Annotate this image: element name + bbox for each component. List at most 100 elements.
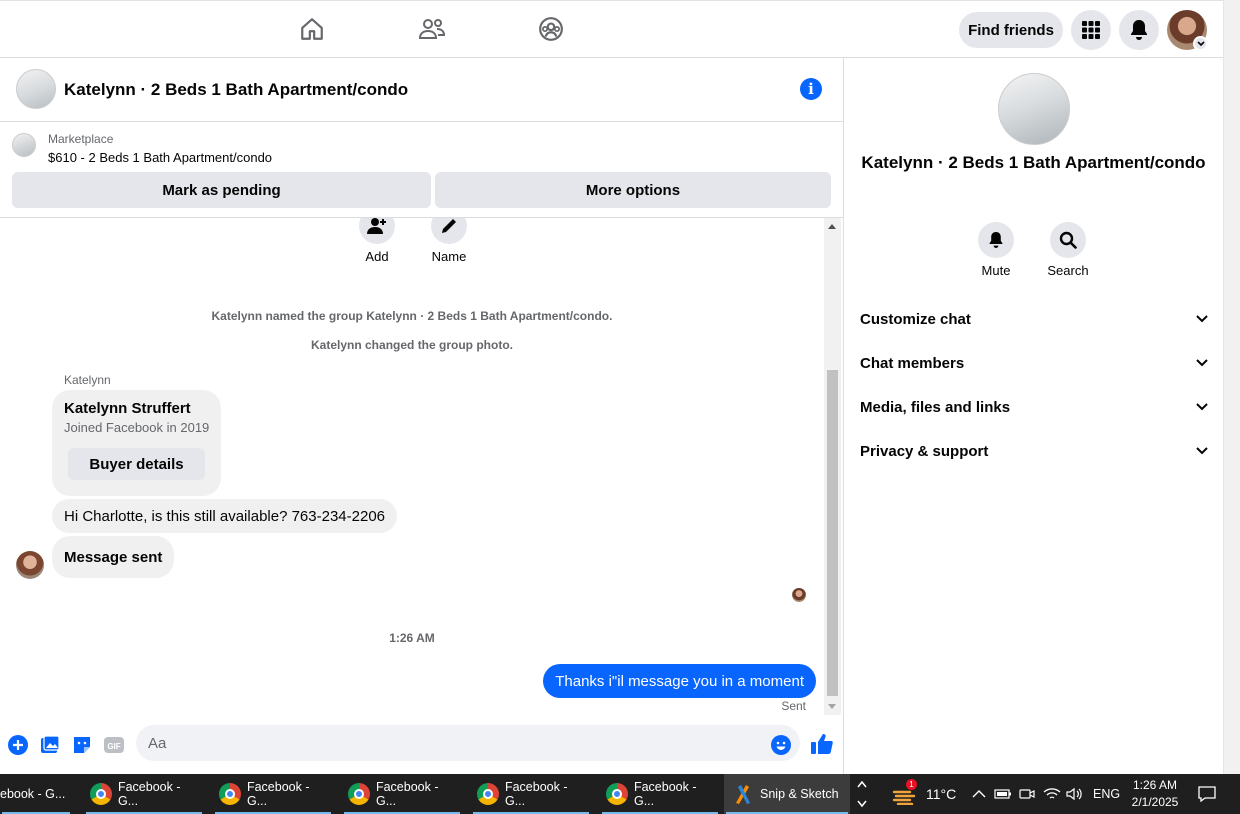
name-label: Name [431,249,467,264]
chat-pane: Katelynn · 2 Beds 1 Bath Apartment/condo… [0,58,844,774]
taskbar-item-active[interactable]: Snip & Sketch [724,774,850,814]
message-input[interactable] [136,725,800,761]
outgoing-message[interactable]: Thanks i"il message you in a moment [543,664,816,698]
add-label: Add [365,249,389,264]
message-composer: GIF [0,715,843,774]
row-label: Privacy & support [860,442,989,460]
weather-widget[interactable]: 1 11°C [892,774,956,814]
taskbar-item-label: ebook - G... [0,787,66,801]
home-icon[interactable] [297,13,327,45]
scrollbar-thumb[interactable] [827,370,838,696]
gif-icon[interactable]: GIF [104,735,124,755]
plus-icon[interactable] [8,735,28,755]
add-person-icon[interactable] [359,218,395,244]
message-scrollbar[interactable] [824,218,841,715]
sticker-icon[interactable] [72,735,92,755]
taskbar-item-label: Facebook - G... [375,780,439,808]
scroll-down-arrow-icon[interactable] [828,704,836,709]
menu-grid-icon[interactable] [1071,10,1111,50]
buyer-joined: Joined Facebook in 2019 [64,420,210,435]
mark-as-pending-button[interactable]: Mark as pending [12,172,431,208]
message-list: Add Name Katelynn named the group Kately… [0,218,824,715]
system-clock[interactable]: 1:26 AM 2/1/2025 [1128,774,1182,814]
chat-title[interactable]: Katelynn · 2 Beds 1 Bath Apartment/condo [64,80,408,100]
taskbar-item[interactable]: Facebook - G... [600,774,720,814]
sender-avatar[interactable] [16,551,44,579]
marketplace-listing-bar: Marketplace $610 - 2 Beds 1 Bath Apartme… [0,122,843,218]
search-label: Search [1047,263,1089,278]
svg-text:GIF: GIF [107,742,120,751]
chat-header: Katelynn · 2 Beds 1 Bath Apartment/condo… [0,58,843,122]
mute-bell-icon[interactable] [978,222,1014,258]
emoji-icon[interactable] [771,735,791,755]
chrome-icon [219,783,241,805]
group-photo[interactable] [998,73,1070,145]
taskbar-scroll-arrows-icon[interactable] [852,774,872,814]
row-label: Customize chat [860,310,971,328]
listing-thumbnail[interactable] [12,133,36,157]
snip-sketch-icon [736,785,750,804]
system-message: Katelynn named the group Katelynn · 2 Be… [211,309,613,323]
listing-price-title[interactable]: $610 - 2 Beds 1 Bath Apartment/condo [48,150,272,165]
friends-icon[interactable] [417,13,447,45]
buyer-name[interactable]: Katelynn Struffert [64,400,191,417]
chrome-icon [90,783,112,805]
taskbar-item-label: Snip & Sketch [760,787,839,801]
page-scrollbar[interactable] [1223,0,1240,774]
chrome-icon [348,783,370,805]
taskbar-item[interactable]: Facebook - G... [213,774,333,814]
chevron-down-icon [1196,315,1208,323]
privacy-support-row[interactable]: Privacy & support [860,429,1208,473]
groups-icon[interactable] [536,13,566,45]
group-title: Katelynn · 2 Beds 1 Bath Apartment/condo [861,153,1206,172]
clock-time: 1:26 AM [1132,778,1178,792]
wifi-icon[interactable] [1043,774,1061,814]
info-icon[interactable]: i [800,78,822,100]
edit-name-icon[interactable] [431,218,467,244]
language-indicator[interactable]: ENG [1093,774,1120,814]
photo-icon[interactable] [40,735,60,755]
clock-date: 2/1/2025 [1131,795,1179,809]
message-timestamp: 1:26 AM [389,631,435,645]
mute-label: Mute [981,263,1011,278]
taskbar-item[interactable]: Facebook - G... [84,774,204,814]
meet-now-icon[interactable] [1019,774,1035,814]
taskbar-item-label: Facebook - G... [117,780,181,808]
account-chevron-down-icon[interactable] [1193,36,1208,51]
taskbar-item-label: Facebook - G... [504,780,568,808]
row-label: Chat members [860,354,965,372]
volume-icon[interactable] [1066,774,1084,814]
more-options-button[interactable]: More options [435,172,831,208]
chevron-down-icon [1196,403,1208,411]
buyer-card: Katelynn Struffert Joined Facebook in 20… [52,390,221,496]
search-icon[interactable] [1050,222,1086,258]
chat-members-row[interactable]: Chat members [860,341,1208,385]
chrome-icon [477,783,499,805]
customize-chat-row[interactable]: Customize chat [860,297,1208,341]
chevron-up-icon[interactable] [972,774,986,814]
weather-badge: 1 [906,779,917,790]
buyer-details-button[interactable]: Buyer details [68,448,205,480]
incoming-message[interactable]: Message sent [52,536,175,578]
thumbs-up-icon[interactable] [810,732,834,756]
taskbar-item-label: Facebook - G... [633,780,697,808]
system-message: Katelynn changed the group photo. [311,338,513,352]
media-files-links-row[interactable]: Media, files and links [860,385,1208,429]
taskbar-item[interactable]: Facebook - G... [342,774,462,814]
taskbar-item[interactable]: ebook - G... [0,774,72,814]
top-navigation: Find friends [0,0,1223,58]
weather-icon: 1 [892,779,918,806]
taskbar-item[interactable]: Facebook - G... [471,774,591,814]
marketplace-label: Marketplace [48,132,114,146]
find-friends-button[interactable]: Find friends [959,12,1063,48]
notification-center-icon[interactable] [1198,774,1216,814]
chrome-icon [606,783,628,805]
row-label: Media, files and links [860,398,1011,416]
temperature: 11°C [926,786,957,802]
chat-details-panel: Katelynn · 2 Beds 1 Bath Apartment/condo… [844,58,1223,774]
battery-icon[interactable] [994,774,1012,814]
chat-thumbnail[interactable] [16,69,56,109]
scroll-up-arrow-icon[interactable] [828,224,836,229]
notifications-bell-icon[interactable] [1119,10,1159,50]
incoming-message[interactable]: Hi Charlotte, is this still available? 7… [52,499,398,533]
